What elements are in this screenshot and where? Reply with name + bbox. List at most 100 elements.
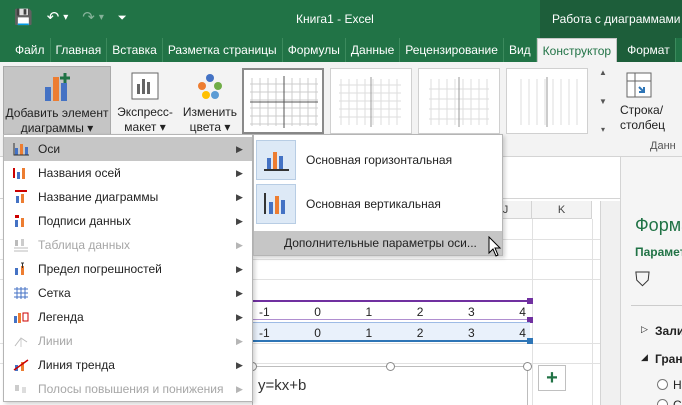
tab-view[interactable]: Вид — [504, 38, 537, 62]
tab-review[interactable]: Рецензирование — [400, 38, 504, 62]
cell[interactable]: 3 — [427, 302, 478, 319]
format-pane-options[interactable]: Парамет — [635, 245, 682, 259]
submenu-arrow-icon: ▶ — [236, 167, 243, 178]
fill-line-icon[interactable]: ⛉ — [635, 269, 650, 292]
cell[interactable]: 3 — [427, 323, 478, 340]
trendline-icon — [10, 357, 32, 373]
menu-item-error-bars[interactable]: Предел погрешностей ▶ — [4, 257, 252, 281]
chart-tools-context-label: Работа с диаграммами — [540, 0, 682, 38]
styles-gallery-scroll: ▲ ▼ ▾ — [596, 68, 610, 134]
switch-row-column-button[interactable]: Строка/ столбец — [620, 68, 680, 133]
cell[interactable]: 4 — [479, 302, 530, 319]
chart-style-1-preview — [250, 76, 318, 128]
pane-section-border[interactable]: Граница — [655, 352, 682, 366]
cell[interactable]: 2 — [376, 323, 427, 340]
title-bar: 💾 ↶ ▾ ↷ ▾ ⏷ Книга1 - Excel Работа с диаг… — [0, 0, 682, 38]
data-group-label: Данн — [650, 140, 676, 152]
vertical-scrollbar[interactable] — [600, 201, 620, 405]
chart-style-2[interactable] — [330, 68, 412, 134]
format-pane: Формат Парамет ⛉ ▷ Заливка ◢ Граница Н С — [620, 157, 682, 405]
radio-solid-line-label: С — [673, 398, 682, 405]
cell[interactable]: 0 — [274, 323, 325, 340]
undo-dropdown-icon[interactable]: ▾ — [63, 9, 68, 27]
tab-page-layout[interactable]: Разметка страницы — [163, 38, 283, 62]
table-row[interactable]: -1 0 1 2 3 4 — [252, 298, 533, 323]
menu-item-data-labels[interactable]: Подписи данных ▶ — [4, 209, 252, 233]
submenu-item-primary-horizontal[interactable]: Основная горизонтальная — [256, 139, 502, 181]
range-handle[interactable] — [527, 298, 533, 304]
menu-item-axes[interactable]: Оси ▶ — [4, 137, 252, 161]
tab-data[interactable]: Данные — [346, 38, 401, 62]
more-axis-options-item[interactable]: Дополнительные параметры оси... — [254, 231, 502, 255]
tab-format[interactable]: Формат — [617, 38, 676, 62]
cell[interactable]: -1 — [252, 302, 274, 319]
submenu-arrow-icon: ▶ — [236, 215, 243, 226]
range-handle[interactable] — [527, 338, 533, 344]
cell[interactable]: 4 — [479, 323, 530, 340]
chart-resize-handle[interactable] — [386, 362, 395, 371]
submenu-item-primary-vertical[interactable]: Основная вертикальная — [256, 183, 502, 225]
tab-insert[interactable]: Вставка — [107, 38, 163, 62]
menu-item-lines[interactable]: Линии ▶ — [4, 329, 252, 353]
add-chart-element-button[interactable]: Добавить элемент диаграммы ▾ — [3, 66, 111, 138]
quick-layout-icon — [131, 72, 159, 100]
lines-icon — [10, 333, 32, 349]
pane-fill-arrow-icon[interactable]: ▷ — [641, 324, 648, 335]
format-pane-title: Формат — [635, 215, 682, 235]
chart-style-4[interactable] — [506, 68, 588, 134]
submenu-arrow-icon: ▶ — [236, 311, 243, 322]
change-colors-label-2: цвета ▾ — [189, 120, 231, 134]
chart-area[interactable]: y=kx+b — [248, 362, 532, 405]
customize-qat-icon[interactable]: ⏷ — [118, 9, 127, 27]
change-colors-button[interactable]: Изменить цвета ▾ — [180, 68, 240, 135]
chart-styles-gallery — [242, 68, 594, 134]
menu-item-gridlines[interactable]: Сетка ▶ — [4, 281, 252, 305]
radio-no-line[interactable] — [657, 379, 668, 390]
menu-item-axis-titles[interactable]: Названия осей ▶ — [4, 161, 252, 185]
cell[interactable]: -1 — [252, 323, 274, 340]
menu-item-data-table[interactable]: Таблица данных ▶ — [4, 233, 252, 257]
chart-style-1[interactable] — [242, 68, 324, 134]
pane-section-fill[interactable]: Заливка — [655, 324, 682, 338]
cell[interactable]: 0 — [274, 302, 325, 319]
tab-home[interactable]: Главная — [51, 38, 108, 62]
submenu-arrow-icon: ▶ — [236, 239, 243, 250]
table-row[interactable]: -1 0 1 2 3 4 — [252, 322, 533, 344]
ribbon-tabs: Файл Главная Вставка Разметка страницы Ф… — [0, 38, 682, 62]
tab-design[interactable]: Конструктор — [536, 38, 618, 62]
menu-item-trendline[interactable]: Линия тренда ▶ — [4, 353, 252, 377]
chart-resize-handle[interactable] — [523, 362, 532, 371]
error-bars-icon — [10, 261, 32, 277]
gallery-more-icon[interactable]: ▾ — [601, 125, 605, 134]
gallery-scroll-up-icon[interactable]: ▲ — [599, 68, 607, 77]
menu-item-chart-title[interactable]: Название диаграммы ▶ — [4, 185, 252, 209]
gallery-scroll-down-icon[interactable]: ▼ — [599, 97, 607, 106]
chart-elements-button[interactable]: + — [538, 365, 566, 391]
axis-titles-icon — [10, 165, 32, 181]
cell[interactable]: 1 — [325, 323, 376, 340]
pane-border-arrow-icon[interactable]: ◢ — [641, 352, 648, 363]
legend-icon — [10, 309, 32, 325]
axes-icon — [10, 141, 32, 157]
column-header-k[interactable]: K — [532, 201, 592, 219]
menu-item-updown-bars[interactable]: Полосы повышения и понижения ▶ — [4, 377, 252, 401]
radio-no-line-label: Н — [673, 378, 682, 392]
tab-file[interactable]: Файл — [0, 38, 51, 62]
undo-icon[interactable]: ↶ — [47, 9, 60, 27]
radio-solid-line[interactable] — [657, 399, 668, 405]
chart-title-icon — [10, 189, 32, 205]
tab-formulas[interactable]: Формулы — [283, 38, 346, 62]
quick-layout-label-2: макет ▾ — [124, 120, 166, 134]
cell[interactable]: 1 — [325, 302, 376, 319]
add-chart-element-label-1: Добавить элемент — [5, 106, 109, 120]
switch-row-column-icon — [626, 72, 652, 98]
quick-layout-button[interactable]: Экспресс- макет ▾ — [114, 68, 176, 135]
redo-dropdown-icon[interactable]: ▾ — [99, 9, 104, 27]
redo-icon[interactable]: ↷ — [82, 9, 95, 27]
chart-style-3[interactable] — [418, 68, 500, 134]
cell[interactable]: 2 — [376, 302, 427, 319]
menu-item-legend[interactable]: Легенда ▶ — [4, 305, 252, 329]
save-icon[interactable]: 💾 — [14, 9, 33, 27]
chart-title[interactable]: y=kx+b — [258, 377, 306, 394]
change-colors-label-1: Изменить — [182, 105, 238, 119]
